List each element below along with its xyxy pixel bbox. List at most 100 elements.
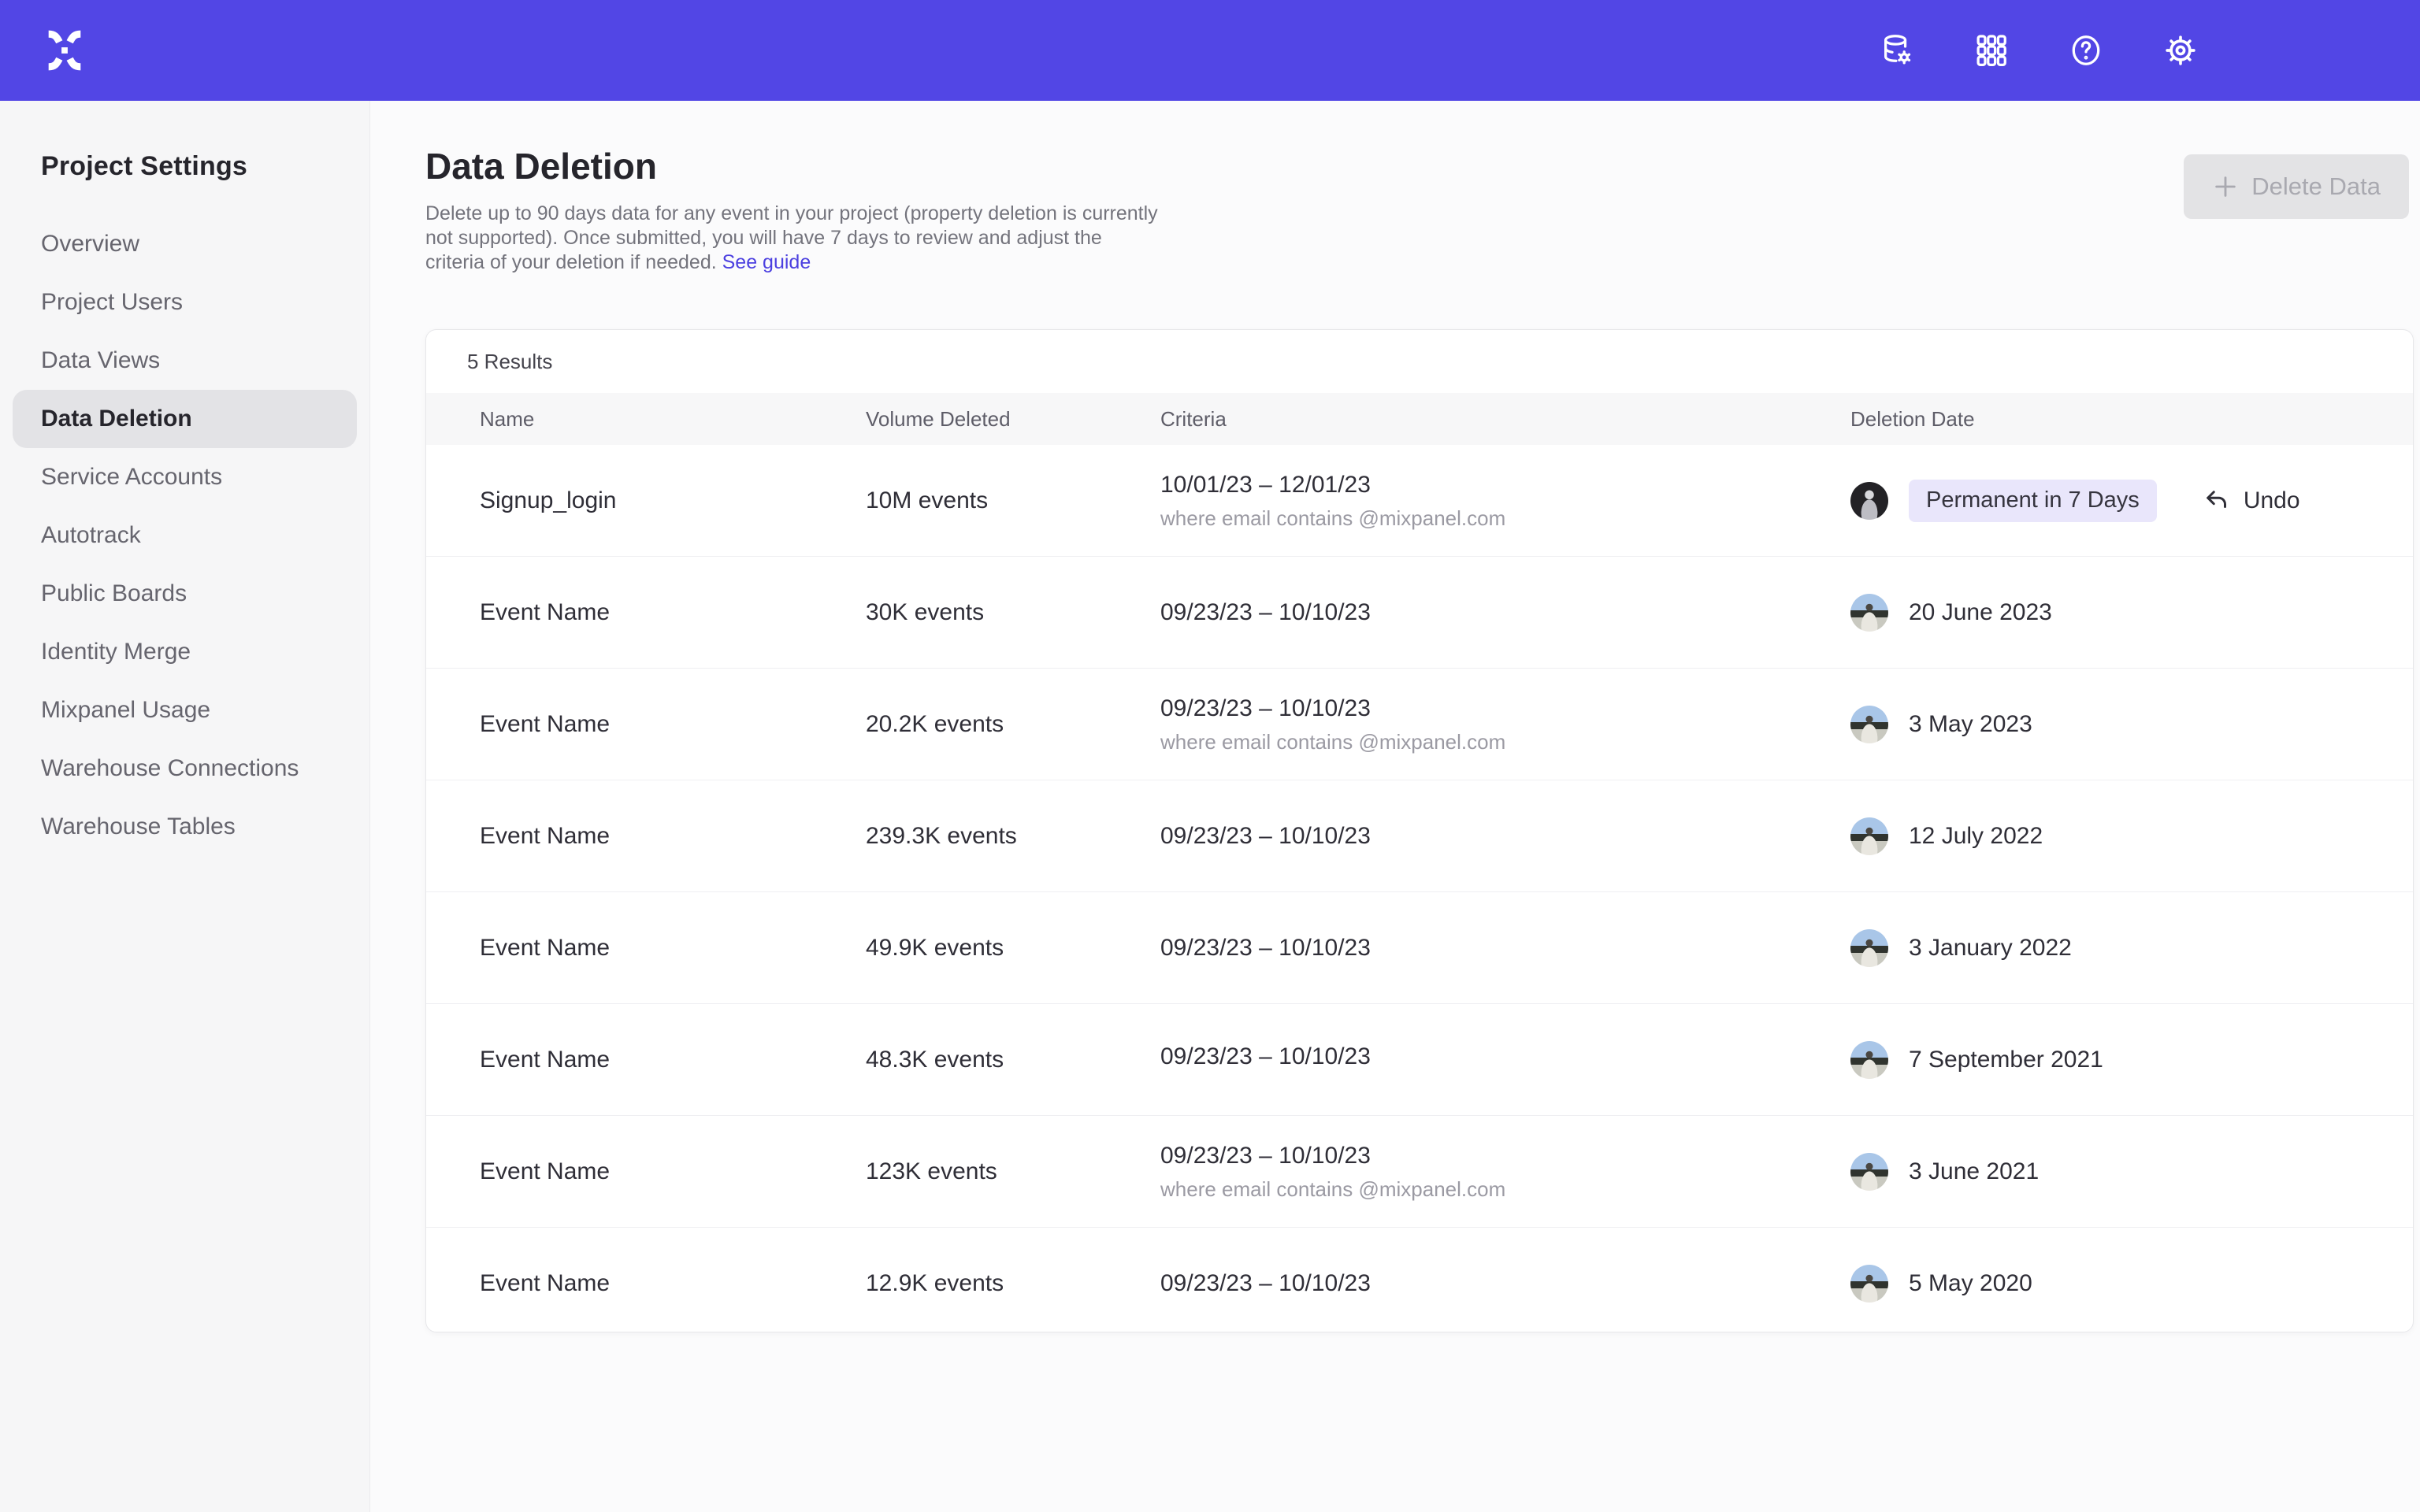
sidebar-nav: OverviewProject UsersData ViewsData Dele… (0, 215, 369, 856)
deletion-date-text: 3 January 2022 (1909, 935, 2072, 962)
sidebar-title: Project Settings (41, 151, 369, 182)
sidebar-item-warehouse-connections[interactable]: Warehouse Connections (13, 739, 357, 798)
row-deletion-date: 5 May 2020 (1850, 1228, 2032, 1332)
user-avatar (1850, 929, 1888, 967)
row-volume-deleted: 239.3K events (866, 780, 1017, 891)
row-criteria: 09/23/23 – 10/10/23 (1160, 557, 1371, 668)
settings-icon[interactable] (2162, 32, 2199, 69)
table-body: Signup_login10M events10/01/23 – 12/01/2… (426, 445, 2413, 1332)
row-volume-deleted: 48.3K events (866, 1004, 1004, 1115)
see-guide-link[interactable]: See guide (722, 251, 811, 273)
topbar-icon-group (1878, 32, 2199, 69)
permanent-badge: Permanent in 7 Days (1909, 480, 2157, 522)
row-deletion-date: 3 January 2022 (1850, 892, 2072, 1003)
row-criteria: 10/01/23 – 12/01/23 where email contains … (1160, 445, 1505, 556)
mixpanel-logo-icon[interactable] (44, 30, 85, 71)
deletion-date-text: 3 May 2023 (1909, 711, 2032, 738)
results-count: 5 Results (426, 330, 2413, 393)
deletion-date-text: 3 June 2021 (1909, 1158, 2039, 1185)
sidebar-item-project-users[interactable]: Project Users (13, 273, 357, 332)
delete-data-button[interactable]: Delete Data (2184, 154, 2409, 219)
column-header-volume-deleted: Volume Deleted (866, 393, 1011, 445)
criteria-sub-text: where email contains @mixpanel.com (1160, 729, 1505, 754)
user-avatar (1850, 482, 1888, 520)
main-content: Data Deletion Delete up to 90 days data … (370, 101, 2420, 1512)
table-row: Signup_login10M events10/01/23 – 12/01/2… (426, 445, 2413, 556)
user-avatar (1850, 1265, 1888, 1303)
criteria-date-range: 09/23/23 – 10/10/23 (1160, 1269, 1371, 1298)
user-avatar (1850, 1153, 1888, 1191)
user-avatar (1850, 817, 1888, 855)
table-row: Event Name 49.9K events 09/23/23 – 10/10/2… (426, 891, 2413, 1003)
sidebar-item-overview[interactable]: Overview (13, 215, 357, 273)
deletion-date-text: 5 May 2020 (1909, 1270, 2032, 1297)
deletion-table-card: 5 Results Name Volume Deleted Criteria Dele… (425, 329, 2414, 1332)
table-row: Event Name 20.2K events 09/23/23 – 10/10/2… (426, 668, 2413, 780)
row-criteria: 09/23/23 – 10/10/23 (1160, 1004, 1371, 1115)
top-navigation-bar (0, 0, 2420, 101)
undo-button-label: Undo (2244, 487, 2300, 514)
deletion-date-text: 7 September 2021 (1909, 1047, 2103, 1073)
criteria-date-range: 09/23/23 – 10/10/23 (1160, 1043, 1371, 1071)
row-criteria: 09/23/23 – 10/10/23 (1160, 892, 1371, 1003)
table-row: Event Name 48.3K events 09/23/23 – 10/10/2… (426, 1003, 2413, 1115)
sidebar-item-identity-merge[interactable]: Identity Merge (13, 623, 357, 681)
row-deletion-date: 12 July 2022 (1850, 780, 2043, 891)
delete-data-button-label: Delete Data (2251, 172, 2381, 201)
row-volume-deleted: 10M events (866, 445, 988, 556)
row-event-name: Event Name (480, 669, 610, 780)
plus-icon (2212, 173, 2239, 200)
data-management-icon[interactable] (1878, 32, 1916, 69)
user-avatar (1850, 706, 1888, 743)
criteria-sub-text: where email contains @mixpanel.com (1160, 1177, 1505, 1202)
row-deletion-date: 7 September 2021 (1850, 1004, 2103, 1115)
deletion-date-text: 20 June 2023 (1909, 599, 2052, 626)
sidebar-item-mixpanel-usage[interactable]: Mixpanel Usage (13, 681, 357, 739)
sidebar-item-service-accounts[interactable]: Service Accounts (13, 448, 357, 506)
row-criteria: 09/23/23 – 10/10/23 where email contains … (1160, 669, 1505, 780)
sidebar-item-data-views[interactable]: Data Views (13, 332, 357, 390)
criteria-date-range: 09/23/23 – 10/10/23 (1160, 695, 1371, 723)
criteria-date-range: 10/01/23 – 12/01/23 (1160, 471, 1371, 499)
criteria-sub-text: where email contains @mixpanel.com (1160, 506, 1505, 531)
row-event-name: Event Name (480, 1228, 610, 1332)
row-criteria: 09/23/23 – 10/10/23 (1160, 780, 1371, 891)
undo-button[interactable]: Undo (2203, 487, 2300, 515)
sidebar-item-warehouse-tables[interactable]: Warehouse Tables (13, 798, 357, 856)
row-volume-deleted: 20.2K events (866, 669, 1004, 780)
row-event-name: Event Name (480, 892, 610, 1003)
column-header-criteria: Criteria (1160, 393, 1227, 445)
criteria-date-range: 09/23/23 – 10/10/23 (1160, 822, 1371, 850)
row-deletion-date: 3 May 2023 (1850, 669, 2032, 780)
row-criteria: 09/23/23 – 10/10/23where email contains … (1160, 1116, 1505, 1227)
sidebar-item-autotrack[interactable]: Autotrack (13, 506, 357, 565)
user-avatar (1850, 594, 1888, 632)
row-volume-deleted: 49.9K events (866, 892, 1004, 1003)
criteria-date-range: 09/23/23 – 10/10/23 (1160, 934, 1371, 962)
row-volume-deleted: 123K events (866, 1116, 997, 1227)
table-row: Event Name 30K events 09/23/23 – 10/10/23 2… (426, 556, 2413, 668)
row-event-name: Event Name (480, 780, 610, 891)
settings-sidebar: Project Settings OverviewProject UsersDa… (0, 101, 370, 1512)
column-header-deletion-date: Deletion Date (1850, 393, 1975, 445)
row-volume-deleted: 30K events (866, 557, 984, 668)
sidebar-item-public-boards[interactable]: Public Boards (13, 565, 357, 623)
row-event-name: Event Name (480, 1004, 610, 1115)
criteria-date-range: 09/23/23 – 10/10/23 (1160, 598, 1371, 627)
row-event-name: Event Name (480, 557, 610, 668)
page-description: Delete up to 90 days data for any event … (425, 202, 1162, 275)
row-deletion-date: 3 June 2021 (1850, 1116, 2039, 1227)
row-volume-deleted: 12.9K events (866, 1228, 1004, 1332)
sidebar-item-data-deletion[interactable]: Data Deletion (13, 390, 357, 448)
deletion-date-text: 12 July 2022 (1909, 823, 2043, 850)
table-row: Event Name 12.9K events 09/23/23 – 10/10/2… (426, 1227, 2413, 1332)
table-header-row: Name Volume Deleted Criteria Deletion Date (426, 393, 2413, 445)
table-row: Event Name123K events09/23/23 – 10/10/23… (426, 1115, 2413, 1227)
apps-grid-icon[interactable] (1973, 32, 2010, 69)
column-header-name: Name (480, 393, 534, 445)
row-deletion-date: 20 June 2023 (1850, 557, 2052, 668)
undo-icon (2203, 487, 2231, 515)
help-icon[interactable] (2067, 32, 2105, 69)
row-criteria: 09/23/23 – 10/10/23 (1160, 1228, 1371, 1332)
user-avatar (1850, 1041, 1888, 1079)
